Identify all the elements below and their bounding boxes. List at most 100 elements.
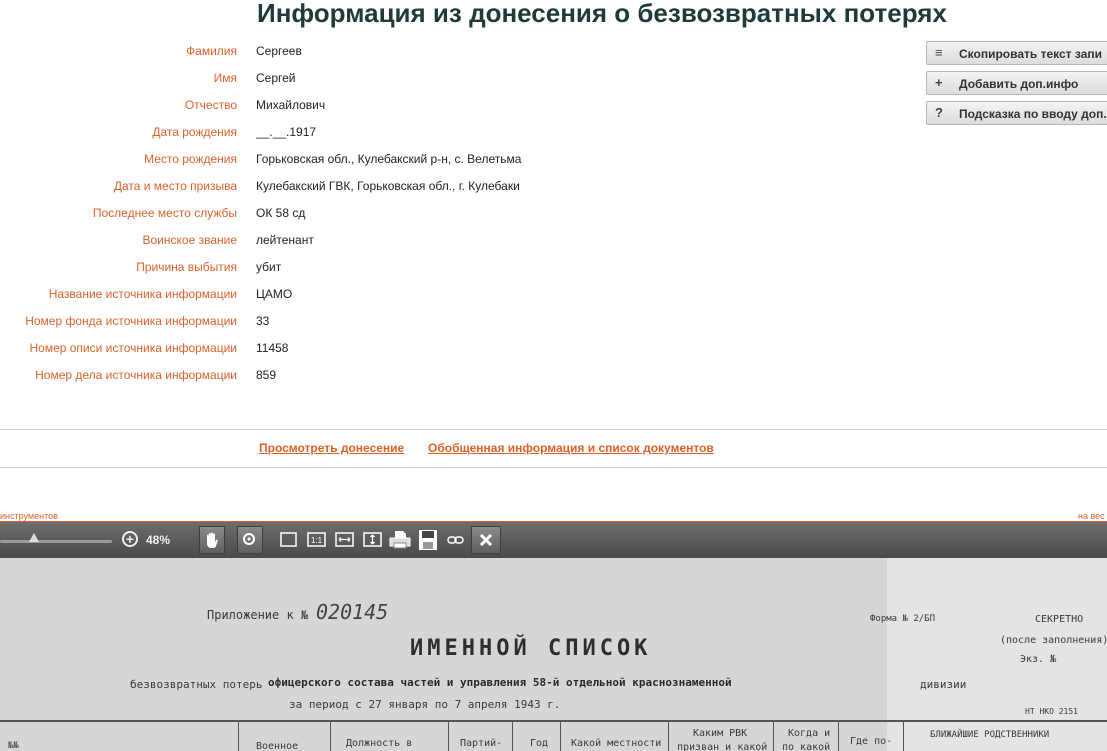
doc-prilozhenie-number: 020145 (316, 600, 389, 624)
field-label: Название источника информации (48, 287, 237, 301)
copy-text-label: Скопировать текст запи (959, 47, 1102, 61)
add-info-label: Добавить доп.инфо (959, 77, 1079, 91)
tools-label[interactable]: инструментов (0, 511, 58, 521)
close-viewer-button[interactable] (471, 526, 501, 554)
zoom-in-icon[interactable]: + (122, 531, 138, 547)
doc-col-divider (668, 722, 669, 751)
actual-size-button[interactable]: 1:1 (304, 526, 330, 554)
doc-col-rvk2: призван и какой (677, 742, 768, 751)
doc-prilozhenie: Приложение к № (207, 608, 309, 622)
field-value: Михайлович (256, 98, 326, 112)
zoom-level: 48% (146, 533, 171, 547)
doc-forma: Форма № 2/БП (870, 614, 936, 624)
doc-secret: СЕКРЕТНО (1035, 614, 1084, 625)
divider (0, 467, 1107, 468)
question-icon: ? (935, 105, 943, 120)
doc-col-part: Партий- (460, 738, 503, 749)
doc-col-rodstv: БЛИЖАЙШИЕ РОДСТВЕННИКИ (930, 730, 1050, 740)
hand-tool-button[interactable] (199, 526, 225, 554)
save-button[interactable] (415, 526, 441, 554)
field-value: лейтенант (256, 233, 314, 247)
doc-ekz: Экз. № (1020, 654, 1057, 665)
field-value: ОК 58 сд (256, 206, 306, 220)
tools-label-right[interactable]: на вес (1078, 511, 1105, 521)
field-row-reason: Причина выбытия убит (0, 260, 700, 280)
field-row-birthplace: Место рождения Горьковская обл., Кулебак… (0, 152, 700, 172)
field-value: убит (256, 260, 282, 274)
add-info-button[interactable]: + Добавить доп.инфо (926, 71, 1107, 95)
viewer-toolbar: + 48% 1:1 (0, 522, 1107, 558)
field-value: Сергеев (256, 44, 302, 58)
doc-line1-right: дивизии (920, 678, 967, 691)
doc-nko: НТ НКО 2151 (1025, 707, 1078, 716)
doc-col-kogda: Когда и (788, 728, 831, 739)
field-label: Отчество (184, 98, 237, 112)
field-row-case: Номер дела источника информации 859 (0, 368, 700, 388)
field-value: ЦАМО (256, 287, 293, 301)
close-icon (479, 533, 493, 547)
doc-col-rvk: Каким РВК (693, 728, 748, 739)
field-label: Номер описи источника информации (29, 341, 237, 355)
floppy-disk-icon (419, 530, 437, 550)
link-button[interactable] (443, 526, 469, 554)
fit-page-button[interactable] (276, 526, 302, 554)
field-value: Горьковская обл., Кулебакский р-н, с. Ве… (256, 152, 522, 166)
doc-col-divider (903, 722, 904, 751)
field-row-source-name: Название источника информации ЦАМО (0, 287, 700, 307)
chain-link-icon (447, 536, 464, 544)
printer-icon (389, 531, 411, 549)
field-label: Имя (213, 71, 237, 85)
print-button[interactable] (387, 526, 413, 554)
doc-period: за период с 27 января по 7 апреля 1943 г… (289, 698, 561, 711)
zoom-tool-button[interactable] (237, 526, 263, 554)
zoom-slider[interactable] (0, 540, 112, 543)
fit-height-button[interactable] (360, 526, 386, 554)
doc-col-voen: Военное (256, 741, 299, 751)
list-icon: ≡ (935, 45, 943, 60)
summary-link[interactable]: Обобщенная информация и список документо… (428, 441, 714, 455)
view-report-link[interactable]: Просмотреть донесение (259, 441, 404, 455)
field-label: Воинское звание (142, 233, 238, 247)
field-label: Дата и место призыва (113, 179, 237, 193)
field-label: Дата рождения (152, 125, 237, 139)
doc-col-divider (238, 722, 239, 751)
divider (0, 429, 1107, 430)
doc-table-rule (0, 720, 1107, 722)
field-value: 859 (256, 368, 277, 382)
fit-width-button[interactable] (332, 526, 358, 554)
doc-col-gde: Где по- (850, 736, 893, 747)
doc-posle: (после заполнения) (1000, 635, 1107, 646)
doc-col-divider (330, 722, 331, 751)
field-value: Кулебакский ГВК, Горьковская обл., г. Ку… (256, 179, 520, 193)
doc-col-divider (773, 722, 774, 751)
field-label: Номер дела источника информации (35, 368, 237, 382)
zoom-slider-thumb[interactable] (28, 533, 39, 542)
field-row-inventory: Номер описи источника информации 11458 (0, 341, 700, 361)
field-label: Фамилия (186, 44, 237, 58)
doc-col-divider (448, 722, 449, 751)
page-title: Информация из донесения о безвозвратных … (257, 0, 947, 28)
fit-height-icon (363, 532, 382, 547)
actual-size-icon: 1:1 (307, 532, 326, 547)
document-scan-right-page (887, 558, 1107, 751)
doc-col-kogda2: по какой (782, 742, 831, 751)
doc-line1-mid: офицерского состава частей и управления … (268, 676, 732, 689)
field-row-lastname: Фамилия Сергеев (0, 44, 700, 64)
field-row-patronymic: Отчество Михайлович (0, 98, 700, 118)
field-row-firstname: Имя Сергей (0, 71, 700, 91)
field-label: Номер фонда источника информации (25, 314, 237, 328)
field-value: 33 (256, 314, 270, 328)
field-row-last-service: Последнее место службы ОК 58 сд (0, 206, 700, 226)
doc-col-god: Год (530, 738, 549, 749)
doc-title: ИМЕННОЙ СПИСОК (410, 636, 652, 661)
doc-col-no: №№ (8, 741, 19, 751)
document-scan[interactable]: Приложение к № 020145 Форма № 2/БП СЕКРЕ… (0, 558, 1107, 751)
hand-icon (207, 532, 218, 549)
field-label: Место рождения (144, 152, 237, 166)
input-hint-button[interactable]: ? Подсказка по вводу доп. (926, 101, 1107, 125)
doc-col-kakoy: Какой местности (571, 738, 662, 749)
field-label: Причина выбытия (136, 260, 237, 274)
field-label: Последнее место службы (92, 206, 237, 220)
doc-col-divider (560, 722, 561, 751)
copy-text-button[interactable]: ≡ Скопировать текст запи (926, 41, 1107, 65)
